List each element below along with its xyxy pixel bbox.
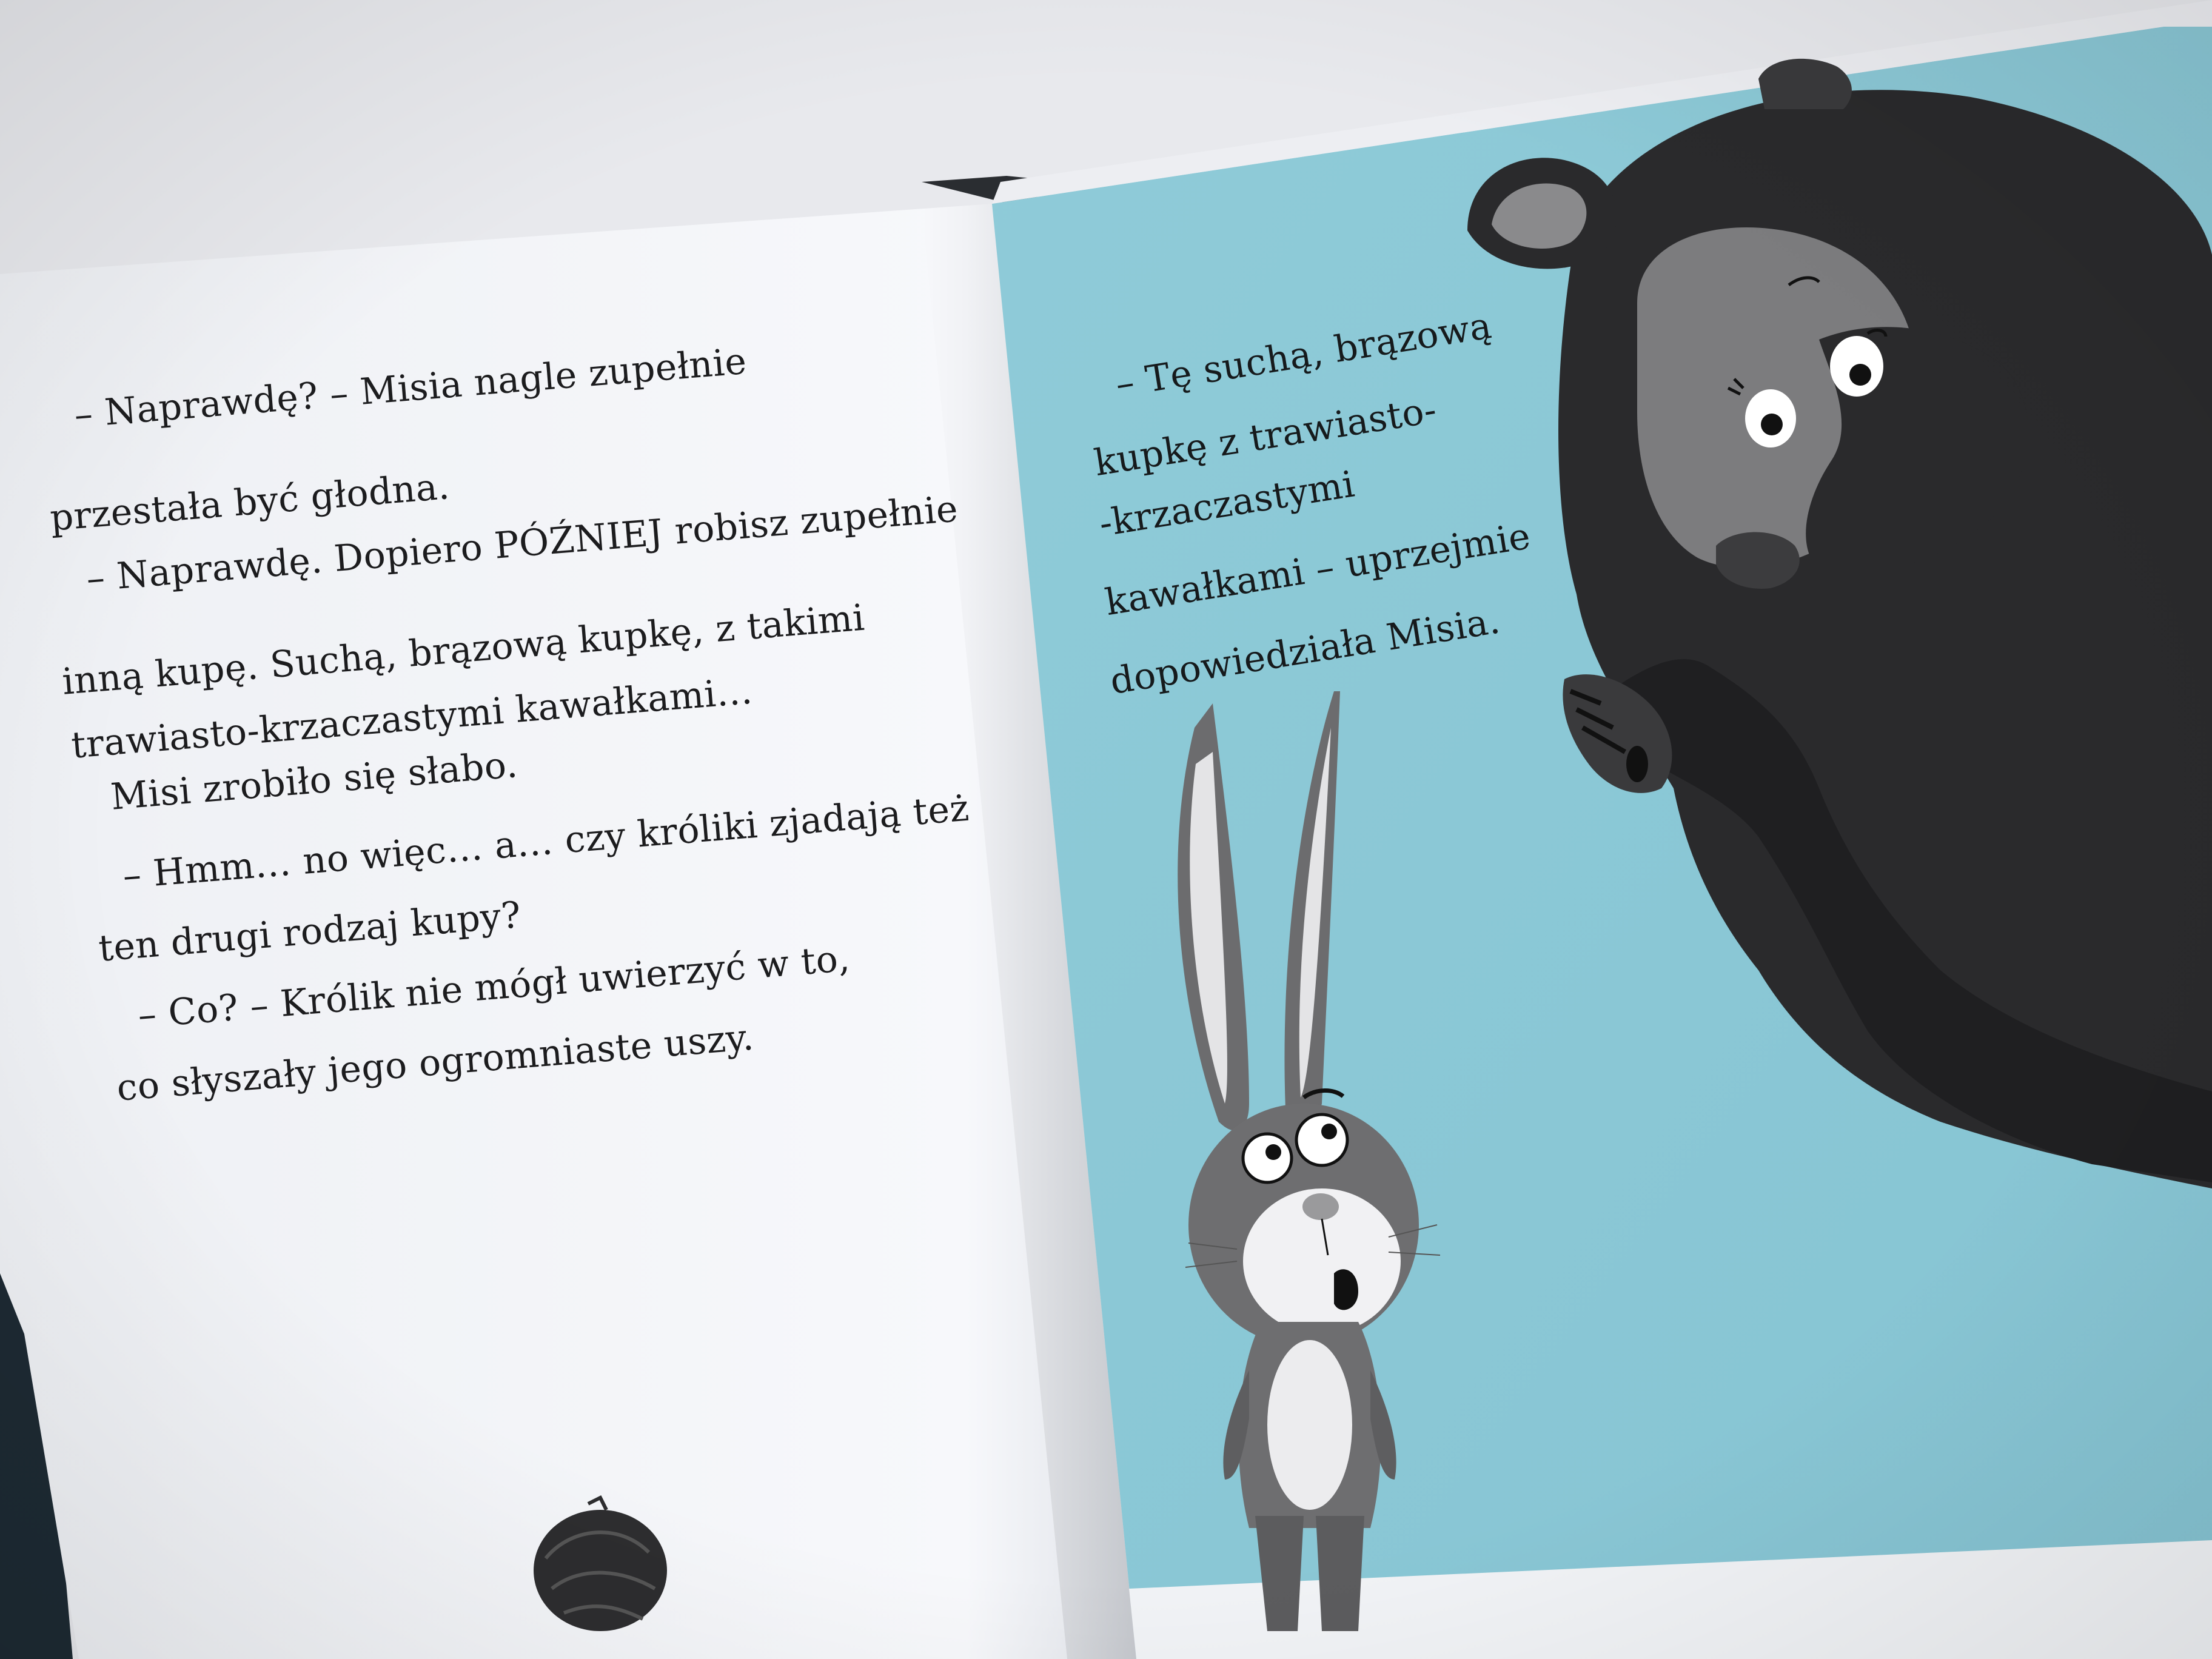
book-photo <box>0 0 2212 1659</box>
photo-vignette <box>0 0 2212 1659</box>
